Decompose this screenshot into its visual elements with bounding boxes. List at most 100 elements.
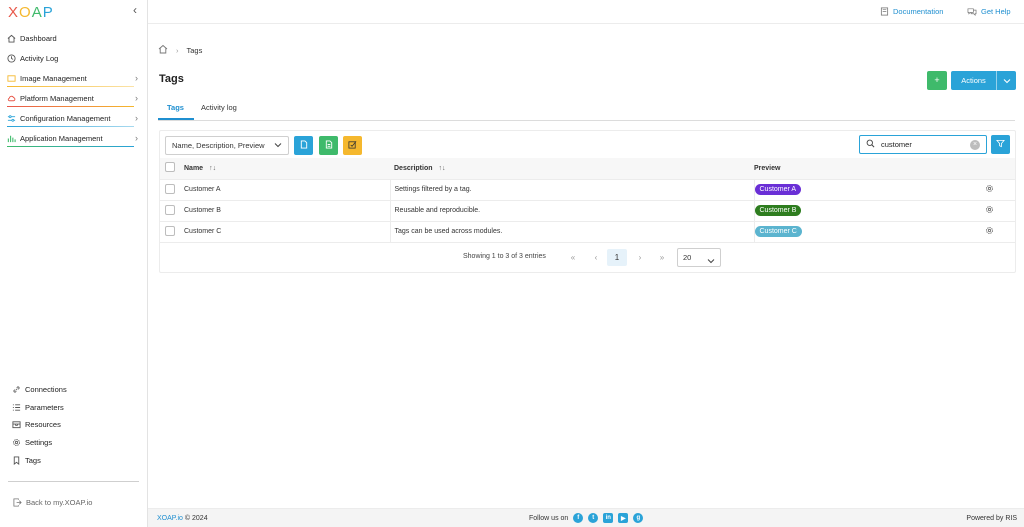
- get-help-link[interactable]: Get Help: [967, 7, 1011, 16]
- page-title: Tags: [159, 73, 184, 85]
- name-header-label: Name: [184, 164, 204, 172]
- name-cell: Customer A: [184, 179, 391, 201]
- sidebar-item-tags[interactable]: Tags: [0, 451, 147, 469]
- sort-icon[interactable]: ↑↓: [209, 165, 216, 172]
- footer: XOAP.io © 2024 Follow us on f t in ▶ g P…: [148, 508, 1024, 527]
- search-input[interactable]: [881, 140, 969, 149]
- home-icon[interactable]: [158, 44, 168, 56]
- sidebar-item-resources[interactable]: Resources: [0, 416, 147, 434]
- secondary-nav: Connections Parameters Resources Setting…: [0, 381, 147, 469]
- actions-button[interactable]: Actions: [951, 71, 1016, 90]
- last-page-icon[interactable]: »: [656, 249, 668, 266]
- description-header[interactable]: Description ↑↓: [390, 158, 754, 180]
- gear-icon[interactable]: [985, 227, 994, 237]
- bookmark-icon: [12, 456, 21, 465]
- first-page-icon[interactable]: «: [567, 249, 579, 266]
- breadcrumb: › Tags: [158, 44, 202, 56]
- table-row[interactable]: Customer A Settings filtered by a tag. C…: [160, 179, 1015, 201]
- file-icon: [300, 140, 308, 151]
- row-checkbox[interactable]: [165, 183, 175, 194]
- clear-search-icon[interactable]: ×: [970, 140, 980, 150]
- twitter-icon[interactable]: t: [588, 513, 599, 523]
- description-cell: Settings filtered by a tag.: [390, 179, 755, 201]
- facebook-icon[interactable]: f: [573, 513, 584, 523]
- sidebar-item-image-management[interactable]: Image Management ›: [0, 68, 147, 88]
- follow-label: Follow us on: [529, 514, 569, 522]
- sidebar-item-parameters[interactable]: Parameters: [0, 399, 147, 417]
- tabs: Tags Activity log: [158, 96, 1015, 121]
- preview-header: Preview: [754, 158, 985, 180]
- collapse-sidebar-icon[interactable]: ‹: [129, 3, 141, 17]
- back-link-label: Back to my.XOAP.io: [26, 498, 93, 507]
- documentation-label: Documentation: [893, 7, 944, 16]
- chevron-right-icon: ›: [135, 113, 138, 123]
- prev-page-icon[interactable]: ‹: [590, 249, 602, 266]
- chevron-right-icon: ›: [135, 93, 138, 103]
- get-help-label: Get Help: [981, 7, 1011, 16]
- linkedin-icon[interactable]: in: [603, 513, 614, 523]
- description-cell: Reusable and reproducible.: [390, 200, 755, 222]
- name-header[interactable]: Name ↑↓: [184, 158, 390, 180]
- rows-per-page-select[interactable]: 20: [677, 248, 721, 267]
- export-file-button[interactable]: [294, 136, 313, 155]
- table-row[interactable]: Customer B Reusable and reproducible. Cu…: [160, 200, 1015, 222]
- description-header-label: Description: [394, 164, 433, 172]
- row-select-cell: [160, 179, 184, 201]
- section-color-bar: [7, 106, 134, 107]
- chevron-right-icon: ›: [176, 45, 179, 55]
- row-checkbox[interactable]: [165, 204, 175, 215]
- search-box: ×: [859, 135, 987, 154]
- chevron-down-icon[interactable]: [996, 71, 1016, 90]
- tag-preview-badge: Customer B: [754, 205, 802, 216]
- copyright-text: © 2024: [184, 515, 208, 522]
- sidebar-item-configuration-management[interactable]: Configuration Management ›: [0, 108, 147, 128]
- column-select[interactable]: Name, Description, Preview: [165, 136, 289, 155]
- sidebar-item-label: Activity Log: [20, 53, 59, 63]
- section-color-bar: [7, 146, 134, 147]
- sidebar-item-label: Connections: [25, 385, 67, 395]
- row-actions-header: [985, 158, 1015, 180]
- sidebar-item-label: Settings: [25, 438, 53, 448]
- row-actions-cell: [985, 179, 1015, 201]
- add-tag-button[interactable]: +: [927, 71, 947, 90]
- next-page-icon[interactable]: ›: [634, 249, 646, 266]
- bulk-edit-button[interactable]: [343, 136, 362, 155]
- column-select-value: Name, Description, Preview: [172, 141, 265, 150]
- tab-tags[interactable]: Tags: [167, 103, 184, 112]
- sidebar-item-connections[interactable]: Connections: [0, 381, 147, 399]
- filter-button[interactable]: [991, 135, 1010, 154]
- sort-icon[interactable]: ↑↓: [439, 165, 446, 172]
- main-nav: Dashboard Activity Log Image Management …: [0, 28, 147, 148]
- pagination-info: Showing 1 to 3 of 3 entries: [463, 253, 546, 260]
- gear-icon[interactable]: [985, 185, 994, 195]
- xoap-logo[interactable]: XOAP: [8, 4, 54, 21]
- chevron-right-icon: ›: [135, 133, 138, 143]
- youtube-icon[interactable]: ▶: [618, 513, 629, 523]
- sidebar-item-settings[interactable]: Settings: [0, 434, 147, 452]
- select-all-cell: [160, 158, 184, 180]
- row-actions-cell: [985, 221, 1015, 243]
- documentation-link[interactable]: Documentation: [880, 7, 943, 16]
- gear-icon[interactable]: [985, 206, 994, 216]
- select-all-checkbox[interactable]: [165, 162, 175, 173]
- sidebar-item-activity-log[interactable]: Activity Log: [0, 48, 147, 68]
- preview-cell: Customer B: [754, 200, 985, 222]
- filter-icon: [996, 139, 1005, 150]
- tab-activity-log[interactable]: Activity log: [201, 103, 237, 112]
- sidebar-item-label: Tags: [25, 455, 41, 465]
- back-to-portal-link[interactable]: Back to my.XOAP.io: [13, 498, 92, 507]
- sidebar-item-application-management[interactable]: Application Management ›: [0, 128, 147, 148]
- sidebar-item-dashboard[interactable]: Dashboard: [0, 28, 147, 48]
- sliders-icon: [7, 114, 16, 123]
- github-icon[interactable]: g: [633, 513, 644, 523]
- link-icon: [12, 385, 21, 394]
- export-excel-button[interactable]: [319, 136, 338, 155]
- table-row[interactable]: Customer C Tags can be used across modul…: [160, 221, 1015, 243]
- row-checkbox[interactable]: [165, 225, 175, 236]
- active-tab-indicator: [158, 118, 194, 120]
- sidebar-item-platform-management[interactable]: Platform Management ›: [0, 88, 147, 108]
- page-number-current[interactable]: 1: [607, 249, 627, 266]
- footer-brand-link[interactable]: XOAP.io: [157, 515, 183, 522]
- cloud-icon: [7, 94, 16, 103]
- table-header-row: Name ↑↓ Description ↑↓ Preview: [160, 158, 1015, 180]
